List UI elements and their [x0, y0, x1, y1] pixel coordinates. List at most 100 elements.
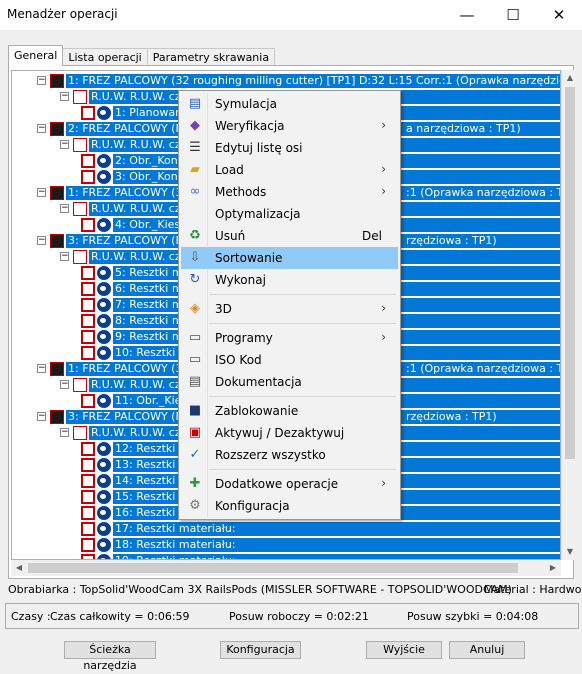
- visibility-icon[interactable]: [97, 490, 111, 504]
- vertical-scroll-thumb[interactable]: [565, 87, 575, 459]
- menu-item-load[interactable]: ▰ Load ›: [181, 159, 398, 181]
- sort-icon: ⇩: [189, 250, 201, 265]
- visibility-icon[interactable]: [97, 154, 111, 168]
- menu-item-rozszerz-wszystko[interactable]: ✓ Rozszerz wszystko: [181, 444, 398, 466]
- menu-item-sortowanie[interactable]: ⇩ Sortowanie: [181, 247, 398, 269]
- scroll-left-icon[interactable]: ◀: [11, 560, 27, 576]
- scroll-down-icon[interactable]: ▼: [562, 544, 578, 560]
- menu-item-methods[interactable]: ∞ Methods ›: [181, 181, 398, 203]
- config-button[interactable]: Konfiguracja: [220, 641, 301, 659]
- operation-icon: [81, 394, 95, 408]
- operation-icon: [81, 106, 95, 120]
- close-button[interactable]: ✕: [536, 0, 582, 30]
- visibility-icon[interactable]: [97, 506, 111, 520]
- menu-item-symulacja[interactable]: ▤ Symulacja: [181, 93, 398, 115]
- exit-button[interactable]: Wyjście: [366, 641, 442, 659]
- collapse-toggle-icon[interactable]: −: [37, 364, 46, 373]
- visibility-icon[interactable]: [97, 106, 111, 120]
- collapse-toggle-icon[interactable]: −: [37, 412, 46, 421]
- visibility-icon[interactable]: [97, 282, 111, 296]
- material-info: Material : Hardwood: [484, 583, 582, 596]
- tool-icon: [50, 74, 64, 88]
- tab-general[interactable]: General: [8, 45, 64, 66]
- menu-item-weryfikacja[interactable]: ◆ Weryfikacja ›: [181, 115, 398, 137]
- visibility-icon[interactable]: [97, 458, 111, 472]
- tab-lista-operacji[interactable]: Lista operacji: [62, 48, 148, 66]
- total-time: Czas całkowity = 0:06:59: [50, 610, 190, 623]
- vertical-scrollbar[interactable]: ▲ ▼: [561, 70, 577, 560]
- menu-item-wykonaj[interactable]: ↻ Wykonaj: [181, 269, 398, 291]
- visibility-icon[interactable]: [97, 522, 111, 536]
- submenu-arrow-icon: ›: [381, 330, 386, 344]
- menu-item-programy[interactable]: ▭ Programy ›: [181, 327, 398, 349]
- horizontal-scroll-thumb[interactable]: [28, 563, 518, 573]
- menu-item-aktywuj-dezaktywuj[interactable]: ▣ Aktywuj / Dezaktywuj: [181, 422, 398, 444]
- visibility-icon[interactable]: [97, 346, 111, 360]
- submenu-arrow-icon: ›: [381, 118, 386, 132]
- visibility-icon[interactable]: [97, 538, 111, 552]
- operation-icon: [81, 522, 95, 536]
- machining-zone-icon: [73, 378, 87, 392]
- menu-item-label: ISO Kod: [215, 353, 262, 367]
- menu-item-optymalizacja[interactable]: Optymalizacja: [181, 203, 398, 225]
- visibility-icon[interactable]: [97, 330, 111, 344]
- methods-icon: ∞: [189, 184, 201, 199]
- maximize-button[interactable]: ☐: [490, 0, 536, 30]
- horizontal-scrollbar[interactable]: ◀ ▶: [11, 560, 561, 576]
- menu-item-edytuj-listę-osi[interactable]: ☰ Edytuj listę osi: [181, 137, 398, 159]
- menu-item-usuń[interactable]: ♻ Usuń Del: [181, 225, 398, 247]
- menu-item-3d[interactable]: ◈ 3D ›: [181, 298, 398, 320]
- cancel-button[interactable]: Anuluj: [449, 641, 525, 659]
- scroll-up-icon[interactable]: ▲: [562, 70, 578, 86]
- cube-icon: ◈: [190, 301, 200, 316]
- collapse-toggle-icon[interactable]: −: [37, 124, 46, 133]
- visibility-icon[interactable]: [97, 474, 111, 488]
- collapse-toggle-icon[interactable]: −: [37, 76, 46, 85]
- visibility-icon[interactable]: [97, 394, 111, 408]
- visibility-icon[interactable]: [97, 266, 111, 280]
- toolpath-button[interactable]: Ścieżka narzędzia: [64, 641, 156, 672]
- menu-item-iso-kod[interactable]: ▭ ISO Kod: [181, 349, 398, 371]
- collapse-toggle-icon[interactable]: −: [60, 204, 69, 213]
- machine-info: Obrabiarka : TopSolid'WoodCam 3X RailsPo…: [8, 583, 512, 596]
- machining-zone-icon: [73, 250, 87, 264]
- submenu-arrow-icon: ›: [381, 162, 386, 176]
- menu-item-konfiguracja[interactable]: ⚙ Konfiguracja: [181, 495, 398, 517]
- menu-shortcut: Del: [362, 229, 382, 243]
- title-bar: Menadżer operacji — ☐ ✕: [0, 0, 582, 30]
- menu-item-zablokowanie[interactable]: ■ Zablokowanie: [181, 400, 398, 422]
- collapse-toggle-icon[interactable]: −: [60, 380, 69, 389]
- minimize-button[interactable]: —: [444, 0, 490, 30]
- menu-item-label: Rozszerz wszystko: [215, 448, 326, 462]
- collapse-toggle-icon[interactable]: −: [60, 140, 69, 149]
- tree-row[interactable]: − 1: FREZ PALCOWY (32 roughing milling cu…: [12, 73, 560, 89]
- visibility-icon[interactable]: [97, 298, 111, 312]
- menu-item-label: Methods: [215, 185, 267, 199]
- execute-icon: ↻: [189, 272, 201, 287]
- scroll-right-icon[interactable]: ▶: [545, 560, 561, 576]
- collapse-toggle-icon[interactable]: −: [37, 236, 46, 245]
- menu-item-label: Dodatkowe operacje: [215, 477, 339, 491]
- operation-icon: [81, 330, 95, 344]
- menu-item-label: Edytuj listę osi: [215, 141, 303, 155]
- collapse-toggle-icon[interactable]: −: [60, 428, 69, 437]
- collapse-toggle-icon[interactable]: −: [60, 252, 69, 261]
- menu-separator: [209, 294, 396, 295]
- tree-row[interactable]: 18: Resztki materiału:: [12, 537, 560, 553]
- visibility-icon[interactable]: [97, 442, 111, 456]
- visibility-icon[interactable]: [97, 218, 111, 232]
- collapse-toggle-icon[interactable]: −: [37, 188, 46, 197]
- operation-icon: [81, 474, 95, 488]
- collapse-toggle-icon[interactable]: −: [60, 92, 69, 101]
- menu-item-dodatkowe-operacje[interactable]: ✚ Dodatkowe operacje ›: [181, 473, 398, 495]
- operation-icon: [81, 506, 95, 520]
- operation-icon: [81, 458, 95, 472]
- tool-icon: [50, 362, 64, 376]
- visibility-icon[interactable]: [97, 170, 111, 184]
- tab-parametry-skrawania[interactable]: Parametry skrawania: [146, 48, 276, 66]
- menu-item-dokumentacja[interactable]: ▤ Dokumentacja: [181, 371, 398, 393]
- tree-row[interactable]: 17: Resztki materiału:: [12, 521, 560, 537]
- tree-row[interactable]: 19: Resztki materiału:: [12, 553, 560, 559]
- visibility-icon[interactable]: [97, 314, 111, 328]
- machining-zone-icon: [73, 90, 87, 104]
